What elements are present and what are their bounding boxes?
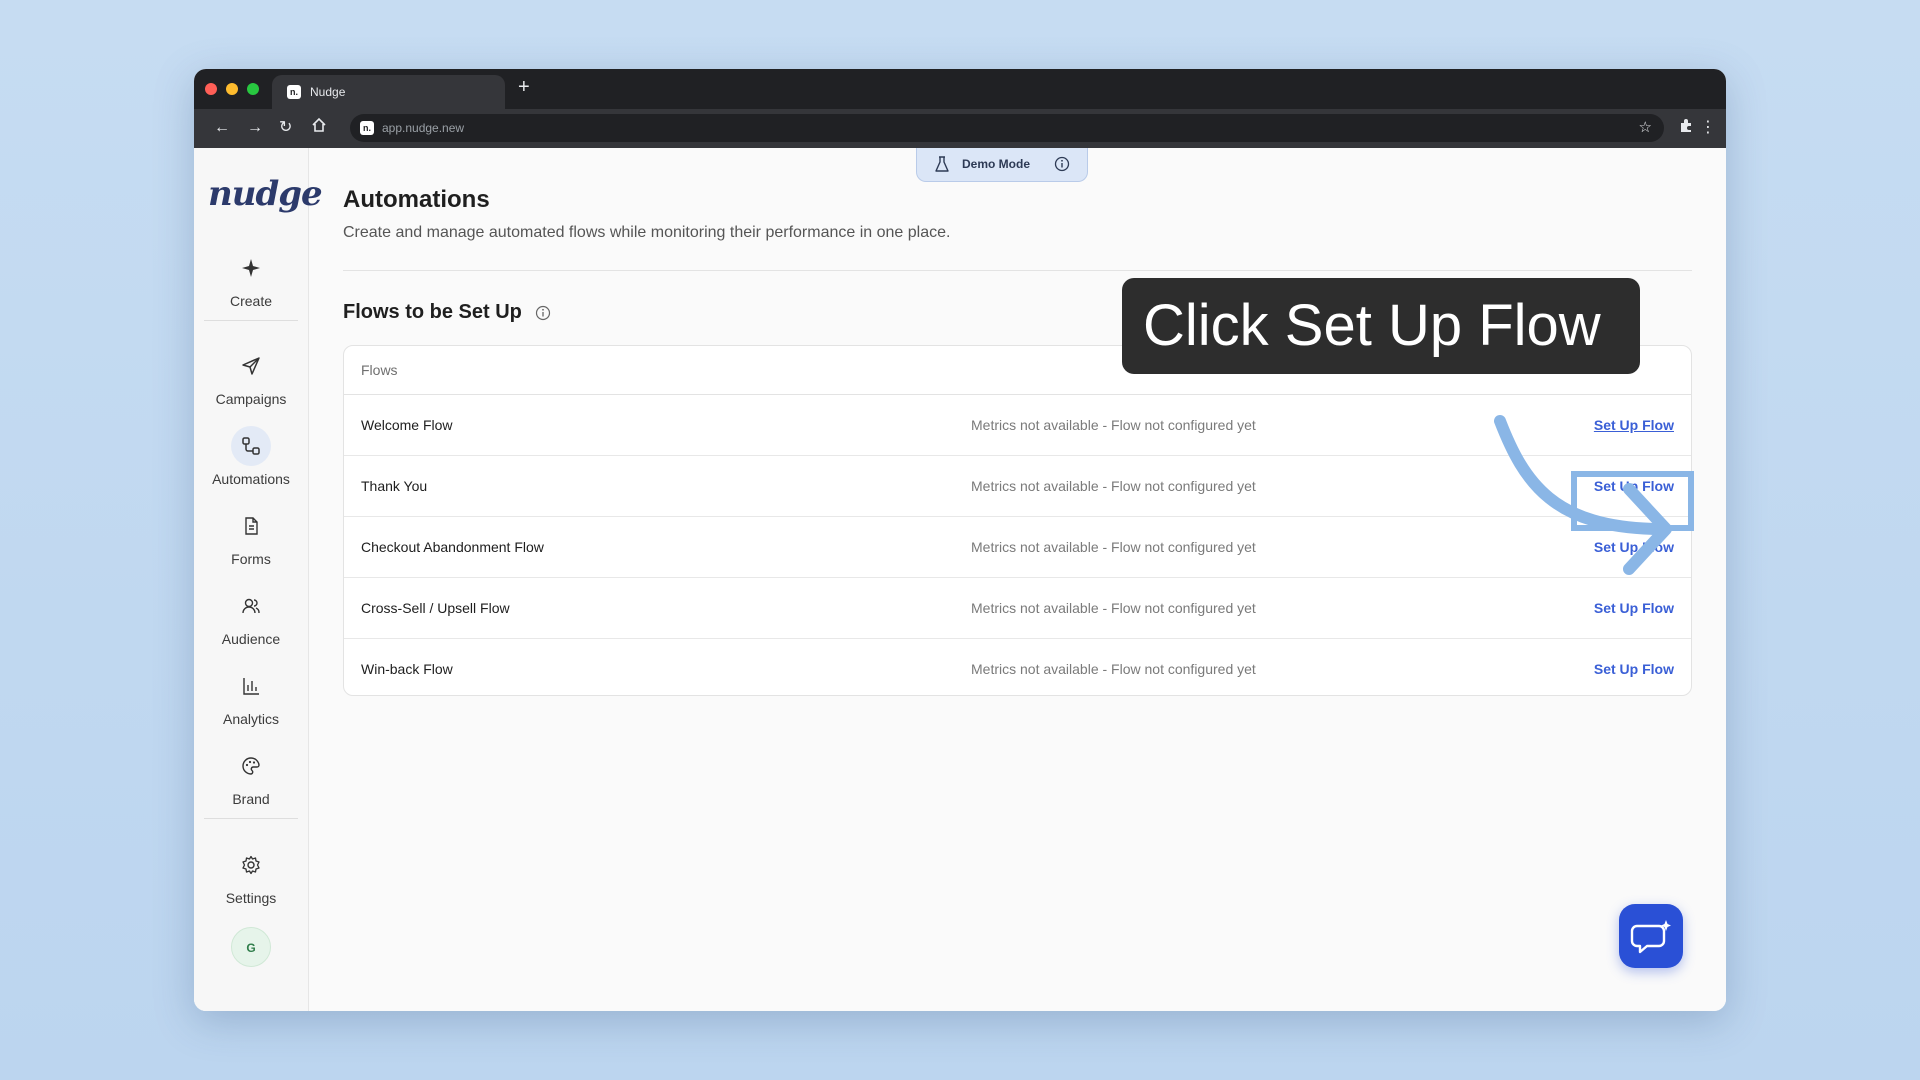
sidebar-item-automations[interactable]: Automations [194, 426, 308, 487]
flow-name: Welcome Flow [361, 417, 453, 433]
callout-text: Click Set Up Flow [1143, 293, 1601, 358]
sparkle-icon [231, 248, 271, 288]
flow-name: Cross-Sell / Upsell Flow [361, 600, 510, 616]
chat-icon [1630, 920, 1671, 954]
set-up-flow-link[interactable]: Set Up Flow [1594, 661, 1674, 677]
tutorial-highlight-box [1571, 471, 1694, 531]
sidebar-item-label: Settings [225, 890, 277, 906]
sidebar-item-label: Audience [221, 631, 281, 647]
flow-metrics: Metrics not available - Flow not configu… [971, 539, 1256, 555]
home-icon[interactable] [311, 117, 327, 139]
minimize-window-button[interactable] [226, 83, 238, 95]
window-controls [205, 83, 259, 95]
close-window-button[interactable] [205, 83, 217, 95]
section-title: Flows to be Set Up [343, 301, 522, 323]
app-viewport: nudge Create Campaigns Automations Forms… [194, 148, 1726, 1011]
automation-icon [231, 426, 271, 466]
flow-metrics: Metrics not available - Flow not configu… [971, 600, 1256, 616]
site-favicon-icon: n. [360, 121, 374, 135]
palette-icon [231, 746, 271, 786]
sidebar-item-forms[interactable]: Forms [194, 506, 308, 567]
nudge-logo[interactable]: nudge [208, 174, 323, 214]
sidebar-item-label: Brand [232, 791, 270, 807]
flow-metrics: Metrics not available - Flow not configu… [971, 661, 1256, 677]
sidebar-item-audience[interactable]: Audience [194, 586, 308, 647]
sidebar-item-analytics[interactable]: Analytics [194, 666, 308, 727]
sidebar-item-label: Analytics [222, 711, 280, 727]
new-tab-button[interactable]: + [518, 76, 530, 98]
browser-menu-icon[interactable]: ⋮ [1700, 117, 1716, 137]
table-row: Win-back Flow Metrics not available - Fl… [344, 639, 1691, 695]
column-header-flows: Flows [361, 362, 398, 378]
tab-bar: n. Nudge + [194, 69, 1726, 109]
address-bar: ← → ↻ n. app.nudge.new ☆ ⋮ [194, 109, 1726, 148]
sidebar-item-settings[interactable]: Settings [194, 845, 308, 906]
sidebar-divider [204, 320, 298, 321]
flow-name: Win-back Flow [361, 661, 453, 677]
url-text: app.nudge.new [382, 121, 465, 135]
tab-title: Nudge [310, 85, 346, 99]
sidebar-item-campaigns[interactable]: Campaigns [194, 346, 308, 407]
sidebar-item-brand[interactable]: Brand [194, 746, 308, 807]
tutorial-callout: Click Set Up Flow [1122, 278, 1640, 374]
divider [343, 270, 1692, 271]
reload-icon[interactable]: ↻ [279, 118, 292, 138]
set-up-flow-link[interactable]: Set Up Flow [1594, 600, 1674, 616]
sidebar: nudge Create Campaigns Automations Forms… [194, 148, 323, 1011]
forward-icon[interactable]: → [247, 118, 263, 138]
maximize-window-button[interactable] [247, 83, 259, 95]
flow-name: Checkout Abandonment Flow [361, 539, 544, 555]
sidebar-item-create[interactable]: Create [194, 248, 308, 309]
document-icon [231, 506, 271, 546]
send-icon [231, 346, 271, 386]
bookmark-star-icon[interactable]: ☆ [1639, 118, 1652, 136]
chat-support-button[interactable] [1619, 904, 1683, 968]
browser-window: n. Nudge + ← → ↻ n. app.nudge.new ☆ ⋮ nu… [194, 69, 1726, 1011]
back-icon[interactable]: ← [214, 118, 230, 138]
browser-tab[interactable]: n. Nudge [272, 75, 505, 109]
table-row: Cross-Sell / Upsell Flow Metrics not ava… [344, 578, 1691, 639]
info-icon[interactable] [535, 305, 551, 326]
table-row: Thank You Metrics not available - Flow n… [344, 456, 1691, 517]
users-icon [231, 586, 271, 626]
tab-favicon-icon: n. [287, 85, 301, 99]
table-row: Checkout Abandonment Flow Metrics not av… [344, 517, 1691, 578]
sidebar-item-label: Campaigns [215, 391, 287, 407]
gear-icon [231, 845, 271, 885]
flow-metrics: Metrics not available - Flow not configu… [971, 478, 1256, 494]
flow-name: Thank You [361, 478, 428, 494]
sidebar-divider [204, 818, 298, 819]
flow-metrics: Metrics not available - Flow not configu… [971, 417, 1256, 433]
flows-table: Flows Welcome Flow Metrics not available… [343, 345, 1692, 696]
sidebar-item-label: Automations [212, 471, 290, 487]
sidebar-item-label: Forms [231, 551, 271, 567]
page-description: Create and manage automated flows while … [343, 224, 951, 241]
sidebar-item-label: Create [229, 293, 273, 309]
table-row: Welcome Flow Metrics not available - Flo… [344, 395, 1691, 456]
avatar[interactable]: G [231, 927, 271, 967]
page-title: Automations [343, 186, 490, 213]
url-input[interactable]: n. app.nudge.new ☆ [350, 114, 1664, 142]
bar-chart-icon [231, 666, 271, 706]
extensions-puzzle-icon[interactable] [1678, 118, 1694, 138]
